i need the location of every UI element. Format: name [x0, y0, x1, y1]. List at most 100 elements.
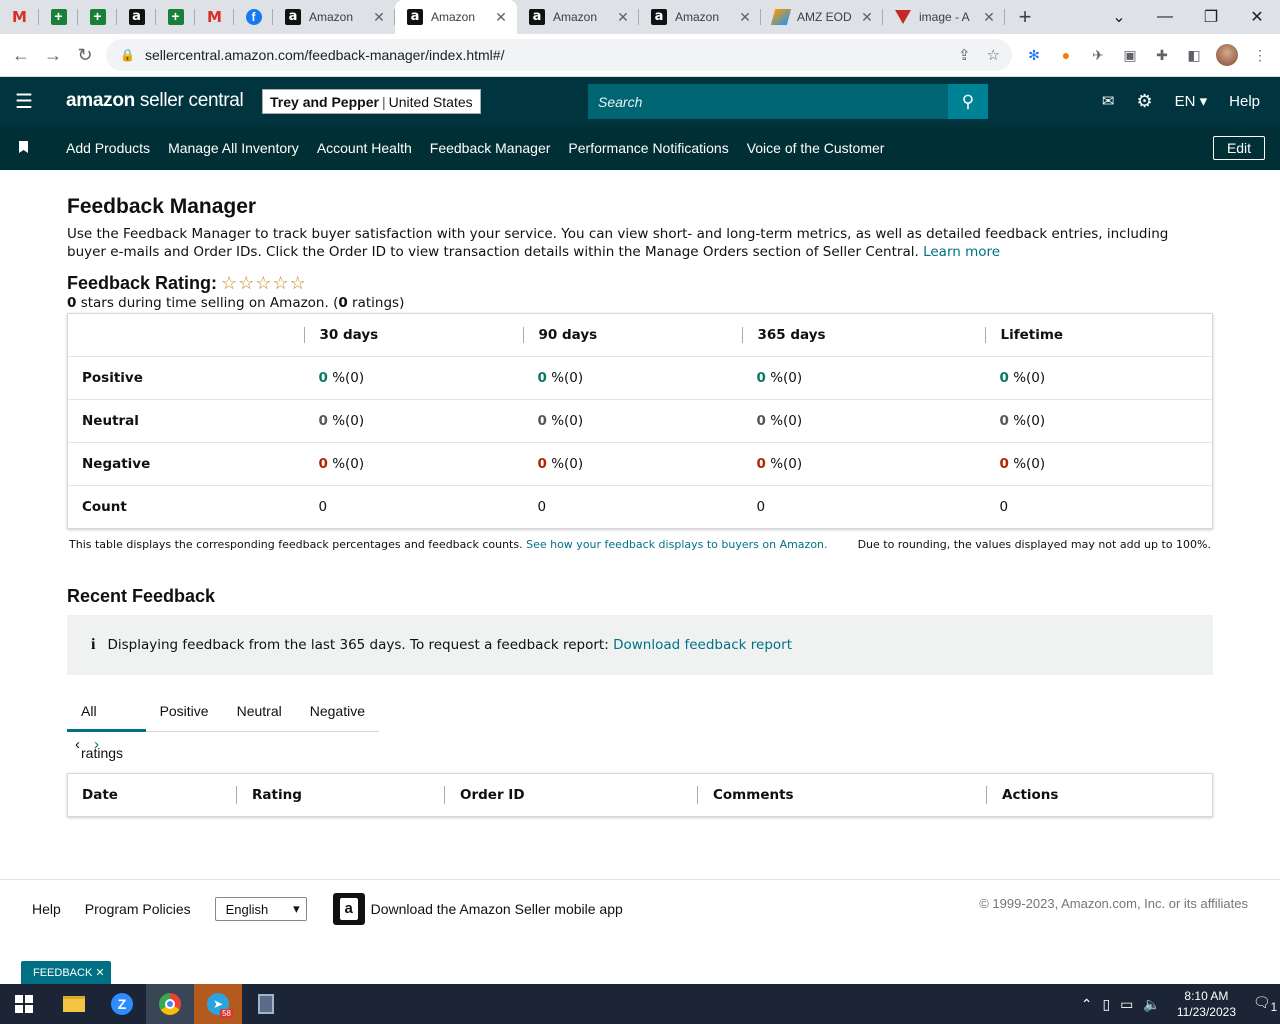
telegram-button[interactable]: ➤ 58: [194, 984, 242, 1024]
extensions-puzzle-icon[interactable]: ✚: [1152, 45, 1172, 65]
restore-icon[interactable]: ❐: [1188, 7, 1234, 27]
tab-all-ratings[interactable]: All ratings: [67, 690, 146, 761]
mail-icon[interactable]: ✉: [1102, 92, 1115, 110]
pinned-tab-amazon[interactable]: a: [117, 0, 156, 34]
notifications-icon[interactable]: 🗨1: [1250, 994, 1280, 1014]
close-icon[interactable]: ✕: [371, 9, 387, 26]
clock[interactable]: 8:10 AM 11/23/2023: [1177, 988, 1236, 1020]
footer-help-link[interactable]: Help: [32, 901, 61, 917]
new-tab-button[interactable]: +: [1005, 0, 1045, 34]
seller-central-logo[interactable]: amazon seller central: [66, 90, 244, 112]
browser-tab[interactable]: a Amazon ✕: [273, 0, 395, 34]
back-icon[interactable]: ←: [5, 45, 37, 66]
download-app-link[interactable]: Download the Amazon Seller mobile app: [371, 901, 623, 917]
file-explorer-button[interactable]: [50, 984, 98, 1024]
feedback-button[interactable]: FEEDBACK ✕: [21, 961, 111, 985]
nav-item-performance-notifications[interactable]: Performance Notifications: [568, 140, 728, 156]
footer-language-select[interactable]: English ▾: [214, 897, 307, 921]
search-button[interactable]: ⚲: [948, 84, 988, 119]
account-switcher[interactable]: Trey and Pepper | United States: [262, 89, 481, 114]
extension-icon[interactable]: ✈: [1088, 45, 1108, 65]
menu-kebab-icon[interactable]: ⋮: [1250, 45, 1270, 65]
percent-suffix: %(0): [551, 370, 584, 386]
pinned-tab-gmail-2[interactable]: M: [195, 0, 234, 34]
percent-suffix: %(0): [332, 370, 365, 386]
extension-off-icon[interactable]: ▣: [1120, 45, 1140, 65]
amazon-icon: a: [651, 9, 667, 25]
page-footer: Help Program Policies English ▾ a Downloa…: [0, 879, 1280, 985]
see-feedback-display-link[interactable]: See how your feedback displays to buyers…: [526, 538, 827, 551]
count-value: 0: [537, 499, 547, 515]
chrome-button[interactable]: [146, 984, 194, 1024]
pinned-tab-sheets-3[interactable]: +: [156, 0, 195, 34]
hamburger-menu-icon[interactable]: ☰: [0, 89, 48, 114]
chevron-up-icon[interactable]: ⌃: [1081, 996, 1093, 1013]
close-icon[interactable]: ✕: [981, 9, 997, 26]
table-row: Negative 0 %(0) 0 %(0) 0 %(0) 0 %(0): [67, 442, 1213, 486]
tab-title: Amazon: [675, 10, 720, 24]
stars-summary: 0 stars during time selling on Amazon. (…: [67, 295, 1213, 311]
column-header-order-id[interactable]: Order ID: [444, 786, 697, 804]
close-window-icon[interactable]: ✕: [1234, 7, 1280, 27]
calculator-button[interactable]: [242, 984, 290, 1024]
bookmark-star-icon[interactable]: ☆: [987, 46, 1000, 64]
browser-tab[interactable]: a Amazon ✕: [517, 0, 639, 34]
start-button[interactable]: [0, 984, 48, 1024]
recent-feedback-title: Recent Feedback: [67, 586, 216, 606]
learn-more-link[interactable]: Learn more: [923, 244, 1000, 260]
share-icon[interactable]: ⇪: [958, 46, 971, 64]
amazon-icon: a: [407, 9, 423, 25]
browser-tab[interactable]: AMZ EOD ✕: [761, 0, 883, 34]
search-icon: ⚲: [961, 91, 975, 111]
percent-suffix: %(0): [1013, 456, 1046, 472]
tab-positive[interactable]: Positive: [146, 690, 223, 732]
close-icon[interactable]: ✕: [859, 9, 875, 26]
close-icon[interactable]: ✕: [615, 9, 631, 26]
forward-icon[interactable]: →: [37, 45, 69, 66]
meeting-icon[interactable]: ▯: [1102, 996, 1110, 1013]
profile-avatar[interactable]: [1216, 44, 1238, 66]
search-input[interactable]: [588, 84, 948, 119]
pinned-tab-gmail[interactable]: M: [0, 0, 39, 34]
browser-tab-active[interactable]: a Amazon ✕: [395, 0, 517, 34]
browser-tab[interactable]: a Amazon ✕: [639, 0, 761, 34]
edit-nav-button[interactable]: Edit: [1213, 136, 1265, 160]
help-link[interactable]: Help: [1229, 93, 1260, 110]
close-icon[interactable]: ✕: [737, 9, 753, 26]
minimize-icon[interactable]: —: [1142, 8, 1188, 26]
close-icon[interactable]: ✕: [493, 9, 509, 26]
program-policies-link[interactable]: Program Policies: [85, 901, 191, 917]
language-dropdown[interactable]: EN ▾: [1175, 92, 1208, 110]
column-header-rating[interactable]: Rating: [236, 786, 444, 804]
side-panel-icon[interactable]: ◧: [1184, 45, 1204, 65]
url-text[interactable]: sellercentral.amazon.com/feedback-manage…: [145, 47, 958, 63]
network-icon[interactable]: ▭: [1120, 996, 1133, 1013]
previous-page-icon[interactable]: ‹: [75, 736, 80, 753]
column-header-date[interactable]: Date: [68, 786, 236, 804]
pinned-tab-facebook[interactable]: f: [234, 0, 273, 34]
omnibox[interactable]: 🔒 sellercentral.amazon.com/feedback-mana…: [106, 39, 1012, 71]
nav-item-manage-inventory[interactable]: Manage All Inventory: [168, 140, 299, 156]
browser-tab[interactable]: image - A ✕: [883, 0, 1005, 34]
nav-item-account-health[interactable]: Account Health: [317, 140, 412, 156]
pinned-tab-sheets-2[interactable]: +: [78, 0, 117, 34]
tab-title: Amazon: [431, 10, 476, 24]
nav-item-feedback-manager[interactable]: Feedback Manager: [430, 140, 551, 156]
bookmark-icon[interactable]: [19, 141, 39, 154]
nav-item-add-products[interactable]: Add Products: [66, 140, 150, 156]
tab-search-icon[interactable]: ⌄: [1096, 7, 1142, 27]
extension-icon[interactable]: ✻: [1024, 45, 1044, 65]
nav-item-voice-of-customer[interactable]: Voice of the Customer: [747, 140, 885, 156]
reload-icon[interactable]: ↻: [69, 45, 101, 66]
next-page-icon[interactable]: ›: [94, 736, 99, 753]
tab-negative[interactable]: Negative: [296, 690, 379, 732]
volume-icon[interactable]: 🔈: [1143, 996, 1160, 1013]
zoom-button[interactable]: Z: [98, 984, 146, 1024]
tab-neutral[interactable]: Neutral: [223, 690, 296, 732]
extension-icon[interactable]: ●: [1056, 45, 1076, 65]
gear-icon[interactable]: ⚙: [1136, 91, 1152, 112]
lock-icon[interactable]: 🔒: [120, 48, 135, 62]
amazon-app-icon[interactable]: a: [332, 893, 365, 925]
pinned-tab-sheets[interactable]: +: [39, 0, 78, 34]
download-feedback-report-link[interactable]: Download feedback report: [613, 637, 792, 653]
